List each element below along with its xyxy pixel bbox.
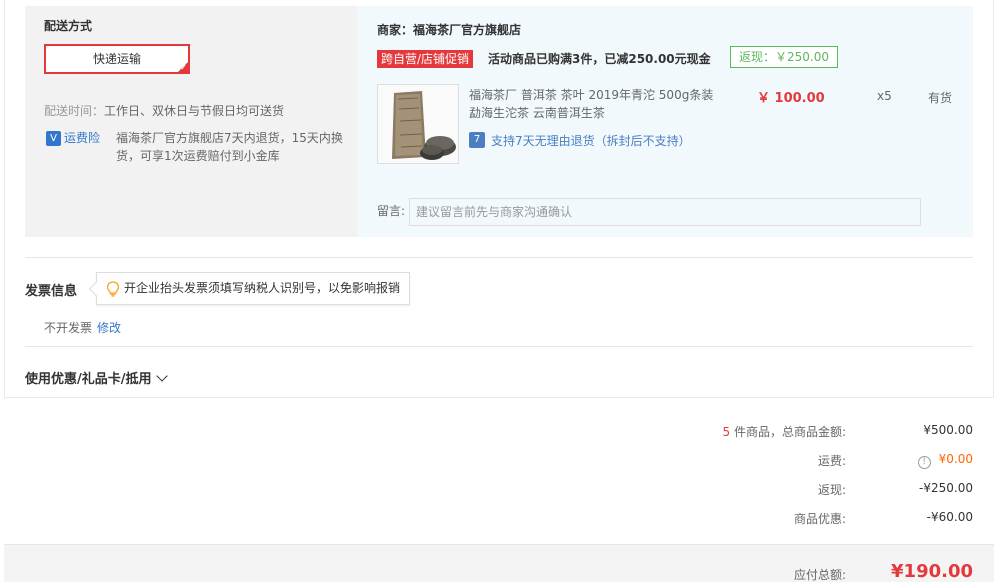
coupon-label: 使用优惠/礼品卡/抵用 [25, 372, 152, 387]
product-title-link[interactable]: 福海茶厂 普洱茶 茶叶 2019年青沱 500g条装 勐海生沱茶 云南普洱生茶 [469, 86, 719, 122]
shop-name: 商家：福海茶厂官方旗舰店 [377, 23, 522, 37]
divider [25, 346, 973, 347]
promo-text: 活动商品已购满3件，已减250.00元现金 [488, 52, 711, 66]
invoice-tip-text: 开企业抬头发票须填写纳税人识别号，以免影响报销 [124, 281, 401, 295]
seller-note-input[interactable] [409, 198, 921, 226]
info-circle-icon[interactable]: ! [917, 456, 931, 469]
freight-value: ¥0.00 [938, 452, 973, 466]
goods-count-text: 件商品，总商品金额: [730, 425, 846, 439]
product-price: ￥ 100.00 [757, 91, 825, 106]
shipping-time-value: 工作日、双休日与节假日均可送货 [104, 104, 285, 118]
invoice-edit-link[interactable]: 修改 [97, 319, 121, 336]
shipping-panel [25, 6, 357, 237]
chevron-down-icon [155, 370, 168, 382]
lightbulb-icon [106, 281, 120, 297]
goods-total-value: ¥500.00 [923, 423, 973, 437]
note-label: 留言: [377, 204, 406, 218]
goods-total-label: 5 件商品，总商品金额: [723, 423, 847, 440]
freight-insurance-link[interactable]: 运费险 [64, 129, 100, 146]
shipping-title: 配送方式 [44, 19, 93, 33]
divider [25, 257, 973, 258]
item-count: 5 [722, 425, 731, 439]
rebate-badge: 返现：￥250.00 [730, 46, 838, 68]
rebate-value: -¥250.00 [919, 481, 973, 495]
shipping-time: 配送时间：工作日、双休日与节假日均可送货 [44, 102, 284, 119]
return-policy-link[interactable]: 支持7天无理由退货（拆封后不支持） [491, 132, 691, 149]
promo-tag: 跨自营/店铺促销 [377, 50, 474, 68]
discount-label: 商品优惠: [793, 512, 846, 526]
freight-value-wrap: ! ¥0.00 [917, 452, 973, 469]
product-image[interactable] [377, 84, 459, 164]
invoice-title: 发票信息 [25, 284, 78, 299]
freight-insurance-desc: 福海茶厂官方旗舰店7天内退货，15天内换货，可享1次运费赔付到小金库 [116, 131, 343, 163]
rebate-label: 返现: [817, 483, 846, 497]
shield-icon: V [46, 131, 61, 146]
discount-value: -¥60.00 [926, 510, 973, 524]
shipping-option-label: 快递运输 [92, 52, 141, 66]
freight-label: 运费: [817, 454, 846, 468]
check-icon: ✓ [180, 63, 187, 72]
coupon-toggle[interactable]: 使用优惠/礼品卡/抵用 [25, 368, 168, 387]
return-7day-icon: 7 [469, 132, 485, 148]
product-stock: 有货 [928, 91, 953, 105]
shipping-option-express[interactable]: 快递运输 ✓ [44, 44, 190, 74]
total-label: 应付总额: [793, 568, 846, 582]
tea-package-icon [378, 85, 458, 163]
invoice-tooltip: 开企业抬头发票须填写纳税人识别号，以免影响报销 [88, 272, 411, 305]
total-value: ¥190.00 [891, 561, 973, 582]
product-quantity: x5 [877, 89, 892, 103]
shipping-time-label: 配送时间： [44, 104, 105, 118]
invoice-status: 不开发票 [44, 321, 93, 335]
